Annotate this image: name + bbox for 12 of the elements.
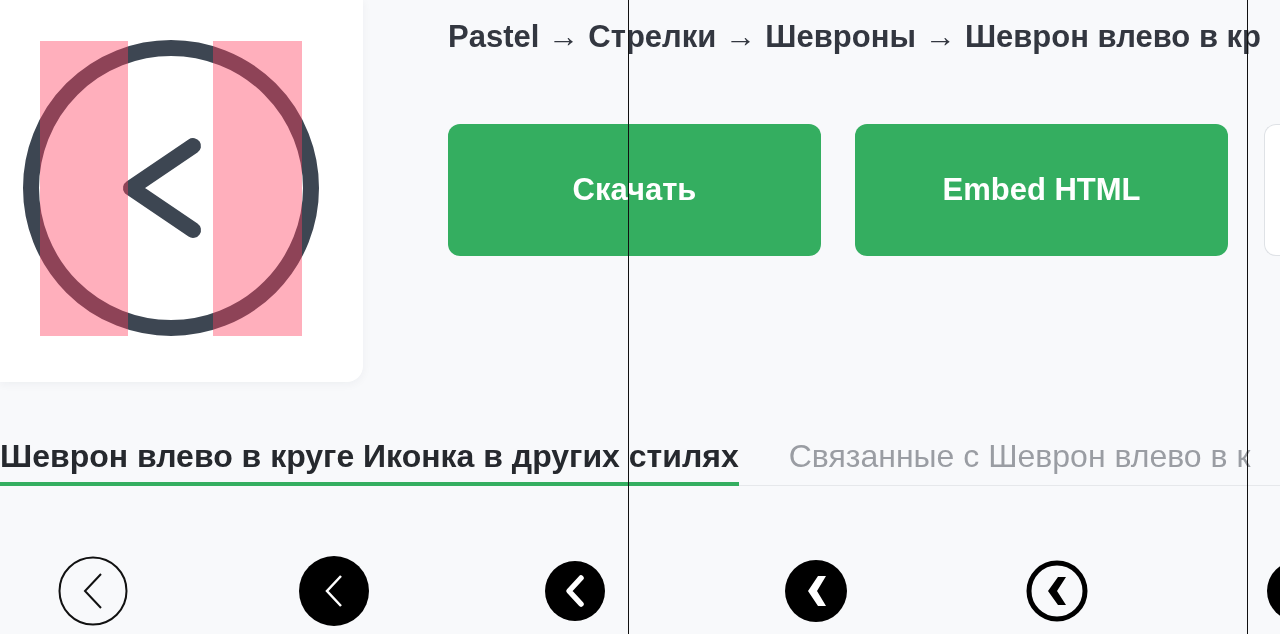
- breadcrumb-separator: →: [924, 18, 956, 56]
- breadcrumb-separator: →: [548, 18, 580, 56]
- chevron-left-circle-icon[interactable]: [57, 556, 128, 626]
- breadcrumb-link[interactable]: Pastel: [448, 18, 540, 56]
- chevron-left-circle-icon[interactable]: [298, 556, 369, 626]
- chevron-left-circle-icon[interactable]: [784, 560, 847, 622]
- breadcrumb-link[interactable]: Шевроны: [765, 18, 916, 56]
- chevron-left-circle-icon[interactable]: [1025, 560, 1088, 622]
- chevron-left-circle-icon[interactable]: [544, 561, 605, 621]
- chevron-left-circle-icon: [23, 40, 319, 336]
- tab[interactable]: Шеврон влево в круге Иконка в других стилях: [0, 438, 739, 486]
- breadcrumb-separator: →: [725, 18, 757, 56]
